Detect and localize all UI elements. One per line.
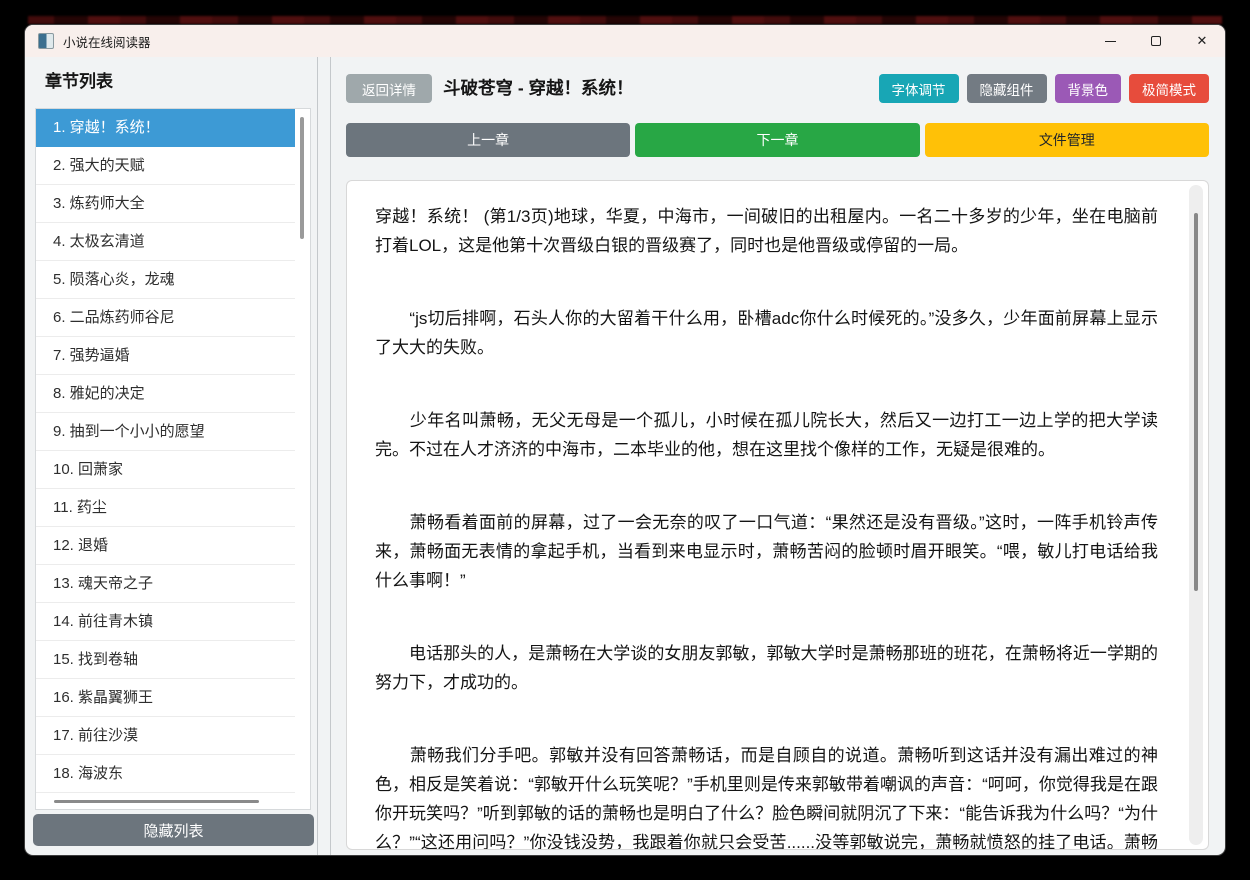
book-chapter-title: 斗破苍穹 - 穿越！系统！ <box>443 78 634 98</box>
chapter-item[interactable]: 3. 炼药师大全 <box>36 185 295 223</box>
reader-main: 返回详情 斗破苍穹 - 穿越！系统！ 字体调节 隐藏组件 背景色 极简模式 上一… <box>330 57 1225 855</box>
chapter-item[interactable]: 15. 找到卷轴 <box>36 641 295 679</box>
app-window: 小说在线阅读器 ✕ 章节列表 1. 穿越！系统！ 2. 强大的天赋 3. 炼药师大全… <box>25 25 1225 855</box>
chapter-item[interactable]: 2. 强大的天赋 <box>36 147 295 185</box>
desktop-background-sliver <box>28 16 1222 24</box>
chapter-item[interactable]: 9. 抽到一个小小的愿望 <box>36 413 295 451</box>
app-title: 小说在线阅读器 <box>63 35 151 50</box>
minimize-button[interactable] <box>1087 25 1133 57</box>
chapter-item[interactable]: 6. 二品炼药师谷尼 <box>36 299 295 337</box>
reader-scrollbar-thumb[interactable] <box>1194 213 1198 591</box>
chapter-text: 穿越！系统！ (第1/3页)地球，华夏，中海市，一间破旧的出租屋内。一名二十多岁… <box>375 202 1158 850</box>
chapter-list-horizontal-scrollbar[interactable] <box>54 800 259 803</box>
back-to-details-button[interactable]: 返回详情 <box>346 74 432 103</box>
chapter-list: 1. 穿越！系统！ 2. 强大的天赋 3. 炼药师大全 4. 太极玄清道 5. 陨落心炎… <box>36 109 295 793</box>
window-controls: ✕ <box>1087 25 1225 57</box>
hide-list-button[interactable]: 隐藏列表 <box>33 814 314 846</box>
chapter-item[interactable]: 1. 穿越！系统！ <box>36 109 295 147</box>
reader-scrollbar-track <box>1189 185 1203 845</box>
close-button[interactable]: ✕ <box>1179 25 1225 57</box>
background-color-button[interactable]: 背景色 <box>1054 74 1121 103</box>
hide-widgets-button[interactable]: 隐藏组件 <box>966 74 1047 103</box>
chapter-item[interactable]: 17. 前往沙漠 <box>36 717 295 755</box>
font-adjust-button[interactable]: 字体调节 <box>878 74 959 103</box>
chapter-nav: 上一章 下一章 文件管理 <box>346 123 1209 157</box>
chapter-item[interactable]: 18. 海波东 <box>36 755 295 793</box>
chapter-item[interactable]: 8. 雅妃的决定 <box>36 375 295 413</box>
titlebar: 小说在线阅读器 ✕ <box>25 25 1225 57</box>
chapter-item[interactable]: 12. 退婚 <box>36 527 295 565</box>
paragraph: “js切后排啊，石头人你的大留着干什么用，卧槽adc你什么时候死的。”没多久，少… <box>375 309 1158 357</box>
chapter-list-vertical-scrollbar[interactable] <box>300 117 304 239</box>
paragraph: 穿越！系统！ (第1/3页)地球，华夏，中海市，一间破旧的出租屋内。一名二十多岁… <box>375 207 1158 255</box>
chapter-list-box: 1. 穿越！系统！ 2. 强大的天赋 3. 炼药师大全 4. 太极玄清道 5. 陨落心炎… <box>35 108 311 810</box>
app-icon <box>38 33 54 49</box>
chapter-item[interactable]: 13. 魂天帝之子 <box>36 565 295 603</box>
reader-text-panel: 穿越！系统！ (第1/3页)地球，华夏，中海市，一间破旧的出租屋内。一名二十多岁… <box>346 180 1209 850</box>
chapter-item[interactable]: 4. 太极玄清道 <box>36 223 295 261</box>
maximize-icon <box>1151 36 1161 46</box>
chapter-item[interactable]: 11. 药尘 <box>36 489 295 527</box>
chapter-item[interactable]: 16. 紫晶翼狮王 <box>36 679 295 717</box>
chapter-list-heading: 章节列表 <box>45 72 113 91</box>
paragraph: 萧畅看着面前的屏幕，过了一会无奈的叹了一口气道：“果然还是没有晋级。”这时，一阵… <box>375 513 1158 590</box>
maximize-button[interactable] <box>1133 25 1179 57</box>
file-manager-button[interactable]: 文件管理 <box>924 123 1209 157</box>
paragraph: 萧畅我们分手吧。郭敏并没有回答萧畅话，而是自顾自的说道。萧畅听到这话并没有漏出难… <box>375 746 1158 850</box>
chapter-sidebar: 章节列表 1. 穿越！系统！ 2. 强大的天赋 3. 炼药师大全 4. 太极玄清道 5.… <box>25 57 318 855</box>
toolbar: 字体调节 隐藏组件 背景色 极简模式 <box>878 74 1209 103</box>
next-chapter-button[interactable]: 下一章 <box>635 123 920 157</box>
chapter-item[interactable]: 7. 强势逼婚 <box>36 337 295 375</box>
chapter-item[interactable]: 14. 前往青木镇 <box>36 603 295 641</box>
paragraph: 电话那头的人，是萧畅在大学谈的女朋友郭敏，郭敏大学时是萧畅那班的班花，在萧畅将近… <box>375 644 1158 692</box>
chapter-item[interactable]: 10. 回萧家 <box>36 451 295 489</box>
close-icon: ✕ <box>1196 33 1208 48</box>
chapter-item[interactable]: 5. 陨落心炎，龙魂 <box>36 261 295 299</box>
paragraph: 少年名叫萧畅，无父无母是一个孤儿，小时候在孤儿院长大，然后又一边打工一边上学的把… <box>375 411 1158 459</box>
minimize-icon <box>1104 40 1116 42</box>
minimal-mode-button[interactable]: 极简模式 <box>1129 74 1209 103</box>
prev-chapter-button[interactable]: 上一章 <box>346 123 631 157</box>
